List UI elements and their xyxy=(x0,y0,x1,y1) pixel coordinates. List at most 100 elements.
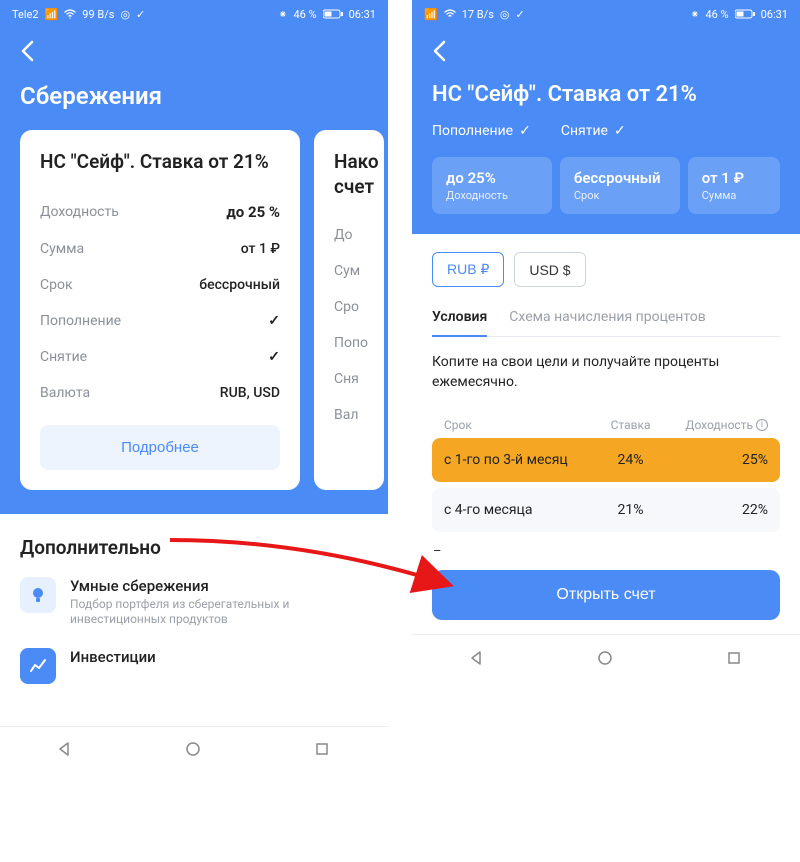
rate-row-highlighted: с 1-го по 3-й месяц 24% 25% xyxy=(432,438,780,482)
signal-icon: 📶 xyxy=(45,8,59,21)
withdraw-label: Снятие xyxy=(40,349,87,365)
p-amount: Сум xyxy=(334,263,360,279)
cell-term: с 1-го по 3-й месяц xyxy=(444,452,591,468)
battery-pct: 46 % xyxy=(293,8,316,21)
cell-yield: 25% xyxy=(670,452,768,468)
tabs: Условия Схема начисления процентов xyxy=(432,309,780,337)
stat-big: до 25% xyxy=(446,169,538,187)
nav-home-icon[interactable] xyxy=(185,741,203,759)
stat-small: Сумма xyxy=(702,189,766,202)
col-yield: Доходность i xyxy=(670,418,768,432)
nav-recent-icon[interactable] xyxy=(726,650,744,668)
feat-withdraw: Снятие ✓ xyxy=(561,123,626,139)
item-title: Умные сбережения xyxy=(70,577,368,595)
nav-back-icon[interactable] xyxy=(56,741,74,759)
signal-icon: 📶 xyxy=(424,8,438,21)
chart-icon xyxy=(20,648,56,684)
shield-icon: ✓ xyxy=(515,8,524,21)
product-cards-row[interactable]: НС "Сейф". Ставка от 21% Доходность до 2… xyxy=(0,130,388,514)
nav-recent-icon[interactable] xyxy=(314,741,332,759)
tab-scheme[interactable]: Схема начисления процентов xyxy=(509,309,706,336)
stat-cards: до 25% Доходность бессрочный Срок от 1 ₽… xyxy=(432,157,780,214)
currency-usd-button[interactable]: USD $ xyxy=(514,252,585,287)
row-term: Срок бессрочный xyxy=(40,267,280,303)
row-topup: Пополнение ✓ xyxy=(40,303,280,339)
p-topup: Попо xyxy=(334,335,368,351)
carrier-label: Tele2 xyxy=(12,8,39,21)
stat-amount: от 1 ₽ Сумма xyxy=(688,157,780,214)
currency-rub-button[interactable]: RUB ₽ xyxy=(432,252,504,287)
battery-pct: 46 % xyxy=(705,8,728,21)
header: Сбережения xyxy=(0,28,388,130)
nav-back-icon[interactable] xyxy=(468,650,486,668)
stat-yield: до 25% Доходность xyxy=(432,157,552,214)
additional-heading: Дополнительно xyxy=(20,536,368,559)
info-icon[interactable]: i xyxy=(756,419,768,431)
content-area: RUB ₽ USD $ Условия Схема начисления про… xyxy=(412,234,800,634)
item-title: Инвестиции xyxy=(70,648,156,666)
bluetooth-icon: ⁕ xyxy=(690,8,699,21)
wifi-icon xyxy=(444,9,456,19)
product-card-partial[interactable]: Нако счет До Сум Сро Попо Сня Вал xyxy=(314,130,384,490)
topup-label: Пополнение xyxy=(40,313,121,329)
back-icon[interactable] xyxy=(20,40,34,68)
android-nav-bar xyxy=(412,634,800,682)
item-desc: Подбор портфеля из сберегательных и инве… xyxy=(70,597,368,628)
bluetooth-icon: ⁕ xyxy=(278,8,287,21)
currency-value: RUB, USD xyxy=(220,385,280,401)
p-term: Сро xyxy=(334,299,359,315)
row-currency: Валюта RUB, USD xyxy=(40,375,280,411)
col-yield-label: Доходность xyxy=(685,418,753,432)
stat-big: от 1 ₽ xyxy=(702,169,766,187)
location-icon: ◎ xyxy=(500,8,510,21)
phone-savings-list: Tele2 📶 99 B/s ◎ ✓ ⁕ 46 % 06:31 Сбережен… xyxy=(0,0,388,774)
back-icon[interactable] xyxy=(432,40,446,68)
stat-term: бессрочный Срок xyxy=(560,157,680,214)
phone-product-detail: 📶 17 B/s ◎ ✓ ⁕ 46 % 06:31 НС "Сейф". Ста… xyxy=(412,0,800,774)
check-icon: ✓ xyxy=(268,313,280,329)
p-currency: Вал xyxy=(334,407,358,423)
amount-label: Сумма xyxy=(40,241,84,257)
feat-topup: Пополнение ✓ xyxy=(432,123,531,139)
currency-label: Валюта xyxy=(40,385,90,401)
item-smart-savings[interactable]: Умные сбережения Подбор портфеля из сбер… xyxy=(20,577,368,628)
yield-label: Доходность xyxy=(40,204,119,220)
item-text: Умные сбережения Подбор портфеля из сбер… xyxy=(70,577,368,628)
check-icon: ✓ xyxy=(268,349,280,365)
open-account-button[interactable]: Открыть счет xyxy=(432,570,780,620)
check-icon: ✓ xyxy=(519,123,531,139)
p-withdraw: Сня xyxy=(334,371,359,387)
product-title: НС "Сейф". Ставка от 21% xyxy=(432,82,780,107)
battery-icon xyxy=(735,9,755,19)
row-yield: Доходность до 25 % xyxy=(40,193,280,231)
lightbulb-icon xyxy=(20,577,56,613)
currency-toggle: RUB ₽ USD $ xyxy=(432,252,780,287)
details-button[interactable]: Подробнее xyxy=(40,425,280,470)
nav-home-icon[interactable] xyxy=(597,650,615,668)
shield-icon: ✓ xyxy=(136,8,145,21)
product-card-safe[interactable]: НС "Сейф". Ставка от 21% Доходность до 2… xyxy=(20,130,300,490)
clock: 06:31 xyxy=(761,8,788,21)
feat-topup-label: Пополнение xyxy=(432,123,513,139)
battery-icon xyxy=(323,9,343,19)
dash: _ xyxy=(432,538,780,554)
feat-withdraw-label: Снятие xyxy=(561,123,608,139)
clock: 06:31 xyxy=(349,8,376,21)
p-yield: До xyxy=(334,227,353,243)
feature-checks: Пополнение ✓ Снятие ✓ xyxy=(432,123,780,139)
col-term: Срок xyxy=(444,418,591,432)
stat-small: Срок xyxy=(574,189,666,202)
tab-conditions[interactable]: Условия xyxy=(432,309,487,337)
stat-small: Доходность xyxy=(446,189,538,202)
wifi-icon xyxy=(64,9,76,19)
card-title-partial: Нако счет xyxy=(334,150,364,199)
status-bar: Tele2 📶 99 B/s ◎ ✓ ⁕ 46 % 06:31 xyxy=(0,0,388,28)
table-header: Срок Ставка Доходность i xyxy=(432,412,780,438)
cell-rate: 24% xyxy=(591,452,670,468)
item-investments[interactable]: Инвестиции xyxy=(20,648,368,684)
t1: Нако xyxy=(334,150,379,173)
col-rate: Ставка xyxy=(591,418,670,432)
page-title: Сбережения xyxy=(20,82,368,110)
status-bar: 📶 17 B/s ◎ ✓ ⁕ 46 % 06:31 xyxy=(412,0,800,28)
cell-yield: 22% xyxy=(670,502,768,518)
